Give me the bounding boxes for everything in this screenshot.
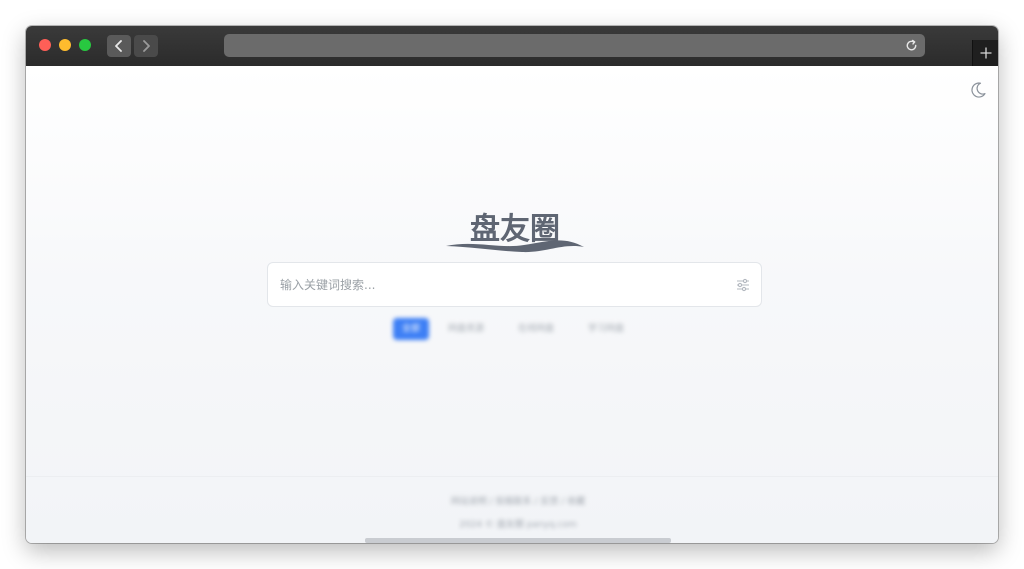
site-logo: 盘友圈 (446, 212, 584, 253)
tab-all[interactable]: 全部 (393, 318, 429, 340)
forward-button[interactable] (134, 35, 158, 57)
tab-study-pan[interactable]: 学习网盘 (578, 318, 634, 340)
footer-scroll-indicator (365, 538, 671, 543)
footer-copyright: 2024 © 盘友圈 panyq.com (459, 520, 577, 530)
footer: 网站说明 / 投稿联系 / 反馈 / 收藏 2024 © 盘友圈 panyq.c… (366, 484, 670, 542)
footer-links[interactable]: 网站说明 / 投稿联系 / 反馈 / 收藏 (366, 494, 670, 507)
reload-icon[interactable] (904, 38, 919, 53)
browser-window: 盘友圈 全部 网盘资源 在线网盘 学习网盘 网站说明 / 投稿联系 / 反馈 /… (26, 26, 998, 543)
page-content: 盘友圈 全部 网盘资源 在线网盘 学习网盘 网站说明 / 投稿联系 / 反馈 /… (26, 66, 998, 543)
address-bar[interactable] (224, 34, 925, 57)
close-window-button[interactable] (39, 39, 51, 51)
search-input[interactable] (280, 263, 720, 306)
tab-pan-resources[interactable]: 网盘资源 (438, 318, 494, 340)
sliders-icon[interactable] (735, 277, 751, 293)
maximize-window-button[interactable] (79, 39, 91, 51)
moon-icon[interactable] (968, 80, 988, 100)
minimize-window-button[interactable] (59, 39, 71, 51)
plus-icon (980, 47, 991, 59)
category-tabs: 全部 网盘资源 在线网盘 学习网盘 (368, 312, 668, 368)
chevron-left-icon (115, 40, 122, 52)
back-button[interactable] (107, 35, 131, 57)
search-box (267, 262, 762, 307)
new-tab-button[interactable] (972, 40, 998, 66)
chevron-right-icon (143, 40, 150, 52)
tab-online-pan[interactable]: 在线网盘 (508, 318, 564, 340)
footer-divider (26, 476, 998, 477)
browser-titlebar (26, 26, 998, 66)
